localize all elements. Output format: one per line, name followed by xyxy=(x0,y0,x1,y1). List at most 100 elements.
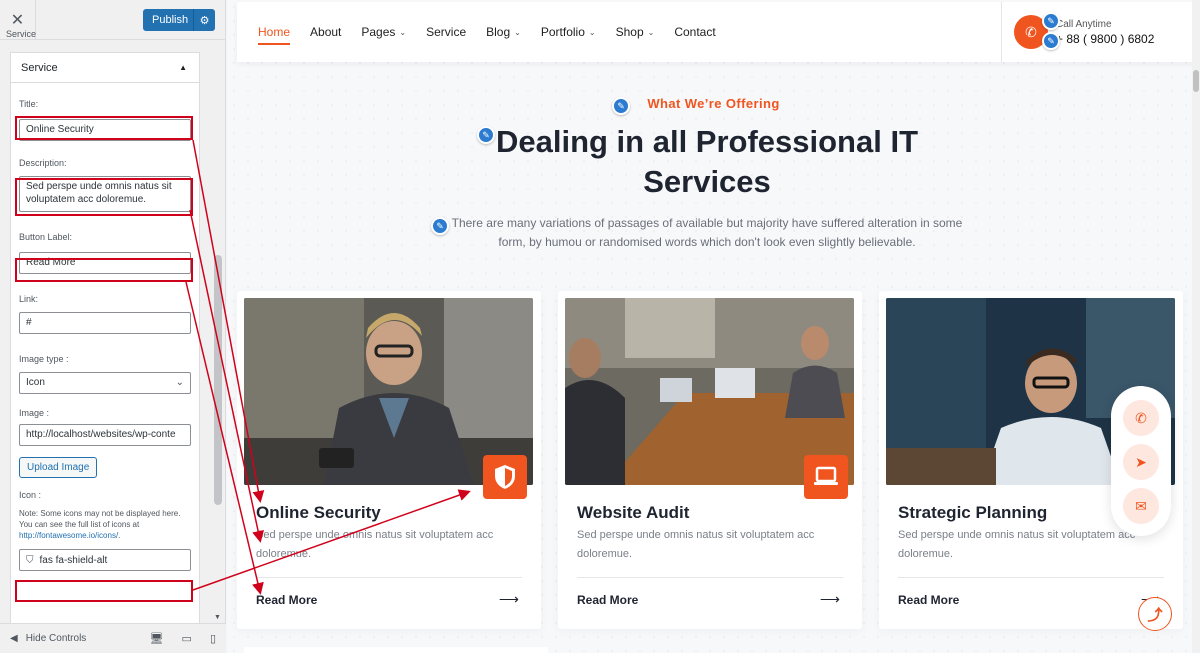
next-row-card xyxy=(244,647,548,653)
preview-scrollbar[interactable] xyxy=(1192,0,1200,653)
edit-pencil-icon[interactable]: ✎ xyxy=(1042,12,1060,30)
nav-blog[interactable]: Blog ⌄ xyxy=(486,25,521,39)
laptop-icon xyxy=(804,455,848,499)
chevron-down-icon: ⌄ xyxy=(399,27,407,37)
nav-label: Shop xyxy=(615,25,644,39)
customizer-sidebar: ✕ Publish ⚙ Service Service ▲ Title: Onl… xyxy=(0,0,226,653)
section-subtitle: What We’re Offering xyxy=(647,96,780,111)
edit-pencil-icon[interactable]: ✎ xyxy=(1042,32,1060,50)
nav-label: Portfolio xyxy=(540,25,585,39)
collapse-circle-icon: ◀ xyxy=(10,633,18,644)
chevron-down-icon: ⌄ xyxy=(175,377,184,388)
scroll-down-icon[interactable]: ▼ xyxy=(214,614,221,621)
location-arrow-icon[interactable]: ➤ xyxy=(1123,444,1159,480)
card-title: Website Audit xyxy=(577,503,690,522)
card-description: Sed perspe unde omnis natus sit voluptat… xyxy=(256,529,494,560)
section-description: There are many variations of passages of… xyxy=(451,216,963,249)
nav-label: Service xyxy=(426,25,467,39)
site-header: Home About Pages ⌄ Service Blog ⌄ Portfoli… xyxy=(237,2,1199,62)
nav-shop[interactable]: Shop ⌄ xyxy=(616,25,655,39)
nav-label: Home xyxy=(258,25,291,39)
icon-highlight xyxy=(15,580,193,602)
nav-service[interactable]: Service xyxy=(426,25,466,39)
call-number: + 88 ( 9800 ) 6802 xyxy=(1056,31,1155,46)
nav-label: Contact xyxy=(674,25,716,39)
upload-image-button[interactable]: Upload Image xyxy=(19,457,98,478)
service-panel-header[interactable]: Service ▲ xyxy=(11,53,199,83)
read-more-link[interactable]: Read More xyxy=(256,593,317,607)
arrow-right-icon[interactable]: ⟶ xyxy=(499,591,519,608)
divider xyxy=(256,577,522,578)
image-label: Image : xyxy=(19,408,50,418)
arrow-right-icon[interactable]: ⟶ xyxy=(820,591,840,608)
icon-label: Icon : xyxy=(19,490,42,500)
section-title: Dealing in all Professional IT Services xyxy=(495,124,919,199)
nav-portfolio[interactable]: Portfolio ⌄ xyxy=(541,25,596,39)
title-label: Title: xyxy=(19,99,39,109)
card-title: Strategic Planning xyxy=(898,503,1048,522)
shield-icon xyxy=(483,455,527,499)
chevron-down-icon: ⌄ xyxy=(647,27,655,37)
floating-contact-bar: ✆ ➤ ✉ xyxy=(1111,386,1171,536)
nav-pages[interactable]: Pages ⌄ xyxy=(361,25,406,39)
service-card: Website Audit Sed perspe unde omnis natu… xyxy=(558,291,862,629)
nav-about[interactable]: About xyxy=(310,25,341,39)
call-label: Call Anytime xyxy=(1056,18,1112,30)
chevron-down-icon: ⌄ xyxy=(514,27,521,37)
divider xyxy=(577,577,843,578)
hide-controls-button[interactable]: ◀ Hide Controls xyxy=(10,633,86,644)
site-preview: Home About Pages ⌄ Service Blog ⌄ Portfoli… xyxy=(227,0,1200,653)
description-highlight xyxy=(15,178,193,216)
desktop-preview-icon[interactable]: 🖥 xyxy=(150,632,164,645)
briefcase-icon[interactable]: ✉ xyxy=(1123,488,1159,524)
card-title: Online Security xyxy=(256,503,381,522)
customizer-footer: ◀ Hide Controls 🖥 ▭ ▯ xyxy=(0,623,226,653)
breadcrumb: Service xyxy=(6,29,37,39)
service-card: Online Security Sed perspe unde omnis na… xyxy=(237,291,541,629)
link-input[interactable]: # xyxy=(19,312,191,334)
description-label: Description: xyxy=(19,158,67,168)
panel-title: Service xyxy=(21,61,58,74)
icon-note-end: . xyxy=(118,531,121,540)
hide-controls-label: Hide Controls xyxy=(25,633,87,644)
chevron-down-icon: ⌄ xyxy=(588,27,596,37)
nav-contact[interactable]: Contact xyxy=(674,25,715,39)
gear-icon[interactable]: ⚙ xyxy=(193,9,215,31)
phone-icon[interactable]: ✆ xyxy=(1123,400,1159,436)
image-type-label: Image type : xyxy=(19,354,69,364)
shield-icon: ⛉ xyxy=(26,554,34,566)
nav-home[interactable]: Home xyxy=(258,25,291,45)
button-label-label: Button Label: xyxy=(19,232,73,242)
card-description: Sed perspe unde omnis natus sit voluptat… xyxy=(577,529,815,560)
link-label: Link: xyxy=(19,294,39,304)
scroll-to-top-button[interactable]: ⤴ xyxy=(1138,597,1172,631)
card-description: Sed perspe unde omnis natus sit voluptat… xyxy=(898,529,1136,560)
tablet-preview-icon[interactable]: ▭ xyxy=(182,632,192,645)
scrollbar-thumb[interactable] xyxy=(214,255,222,505)
scrollbar-thumb[interactable] xyxy=(1193,70,1199,92)
icon-input[interactable]: ⛉ fas fa-shield-alt xyxy=(19,549,191,571)
call-box[interactable]: ✆ ✎ ✎ Call Anytime + 88 ( 9800 ) 6802 xyxy=(1001,2,1199,62)
button-label-highlight xyxy=(15,258,193,282)
fontawesome-link[interactable]: http://fontawesome.io/icons/ xyxy=(19,531,118,540)
nav-label: About xyxy=(310,25,342,39)
collapse-arrow-icon[interactable]: ▲ xyxy=(179,63,187,72)
image-type-value: Icon xyxy=(26,377,45,388)
icon-note: Note: Some icons may not be displayed he… xyxy=(19,508,191,541)
image-type-select[interactable]: Icon ⌄ xyxy=(19,372,191,394)
mobile-preview-icon[interactable]: ▯ xyxy=(210,632,216,645)
publish-label: Publish xyxy=(152,14,189,26)
icon-note-text: Note: Some icons may not be displayed he… xyxy=(19,509,181,529)
nav-label: Pages xyxy=(361,25,396,39)
publish-button[interactable]: Publish ⚙ xyxy=(143,9,215,31)
read-more-link[interactable]: Read More xyxy=(577,593,638,607)
customizer-header: ✕ Publish ⚙ Service xyxy=(0,0,225,40)
main-nav: Home About Pages ⌄ Service Blog ⌄ Portfoli… xyxy=(258,19,736,45)
title-highlight xyxy=(15,116,193,140)
nav-label: Blog xyxy=(486,25,511,39)
read-more-link[interactable]: Read More xyxy=(898,593,959,607)
divider xyxy=(898,577,1164,578)
image-url-input[interactable]: http://localhost/websites/wp-conte xyxy=(19,424,191,446)
icon-value: fas fa-shield-alt xyxy=(39,554,108,566)
customizer-scrollbar[interactable]: ▼ xyxy=(212,40,224,623)
